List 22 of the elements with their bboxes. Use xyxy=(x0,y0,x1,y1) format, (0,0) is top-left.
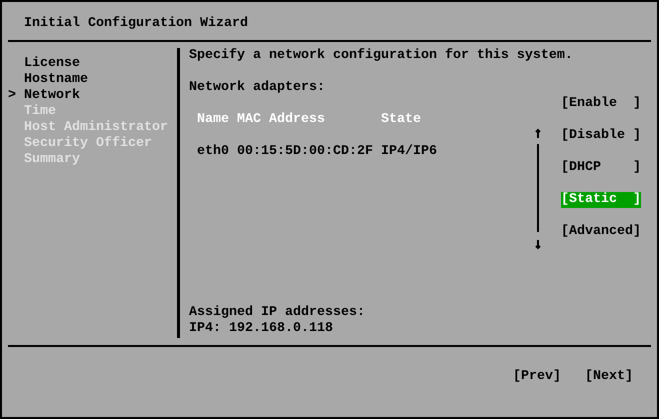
action-button[interactable]: [Advanced] xyxy=(561,224,641,240)
table-cell[interactable]: 00:15:5D:00:CD:2F xyxy=(237,144,373,159)
action-button[interactable]: [DHCP ] xyxy=(561,160,641,176)
table-cell[interactable]: IP4/IP6 xyxy=(381,144,437,159)
column-header: State xyxy=(381,112,421,127)
adapters-label: Network adapters: xyxy=(189,80,325,95)
sidebar-item[interactable]: Network xyxy=(24,88,80,104)
scrollbar-drawing[interactable] xyxy=(533,128,543,252)
window-title: Initial Configuration Wizard xyxy=(24,16,248,31)
assigned-label: Assigned IP addresses: xyxy=(189,305,365,320)
prev-button[interactable]: [Prev] xyxy=(513,369,561,385)
column-header: Name xyxy=(197,112,229,127)
current-step-marker: > xyxy=(8,88,17,104)
next-button[interactable]: [Next] xyxy=(585,369,633,385)
column-header: MAC Address xyxy=(237,112,325,127)
action-button[interactable]: [Disable ] xyxy=(561,128,641,144)
sidebar-item[interactable]: Hostname xyxy=(24,72,88,88)
instruction-text: Specify a network configuration for this system. xyxy=(189,48,574,64)
table-cell[interactable]: eth0 xyxy=(197,144,229,159)
action-button[interactable]: [Enable ] xyxy=(561,96,641,112)
ip-address-text: IP4: 192.168.0.118 xyxy=(189,321,333,336)
sidebar-item[interactable]: License xyxy=(24,56,80,72)
